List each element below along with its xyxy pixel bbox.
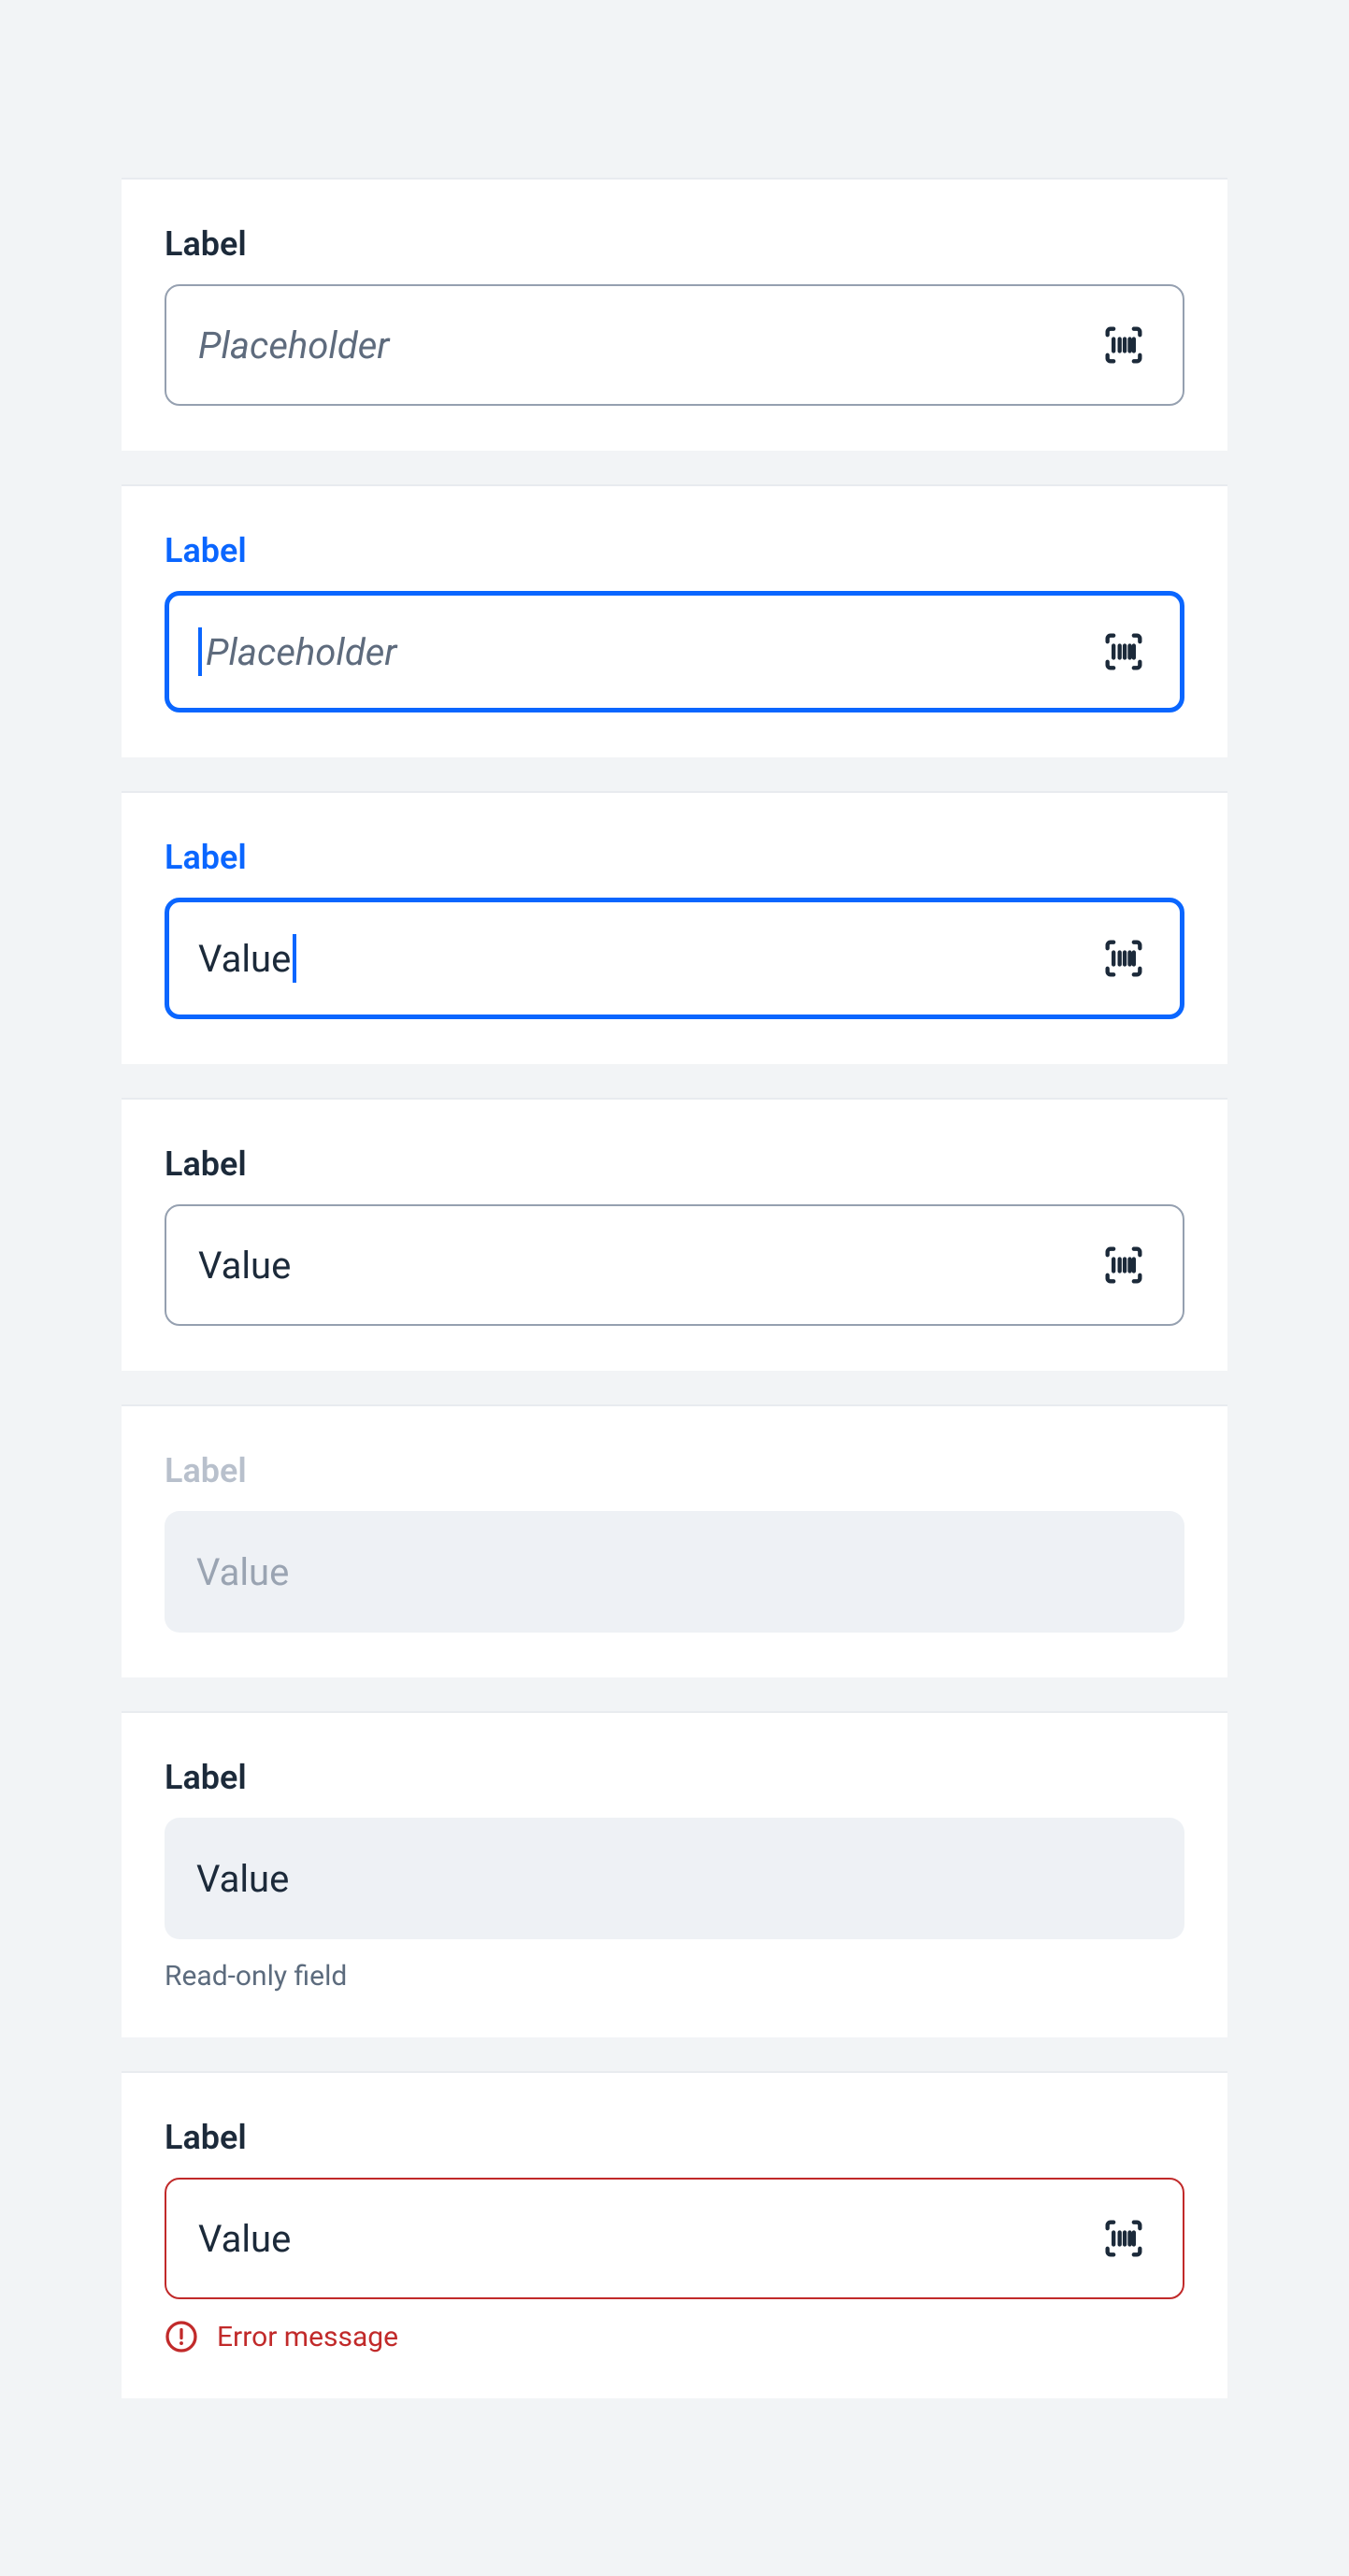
field-label: Label <box>165 2118 1184 2157</box>
text-input: Value <box>165 1511 1184 1633</box>
input-states-showcase: Label Placeholder Label Placeholder Labe… <box>0 0 1349 2576</box>
field-label: Label <box>165 1758 1184 1797</box>
input-value: Value <box>196 1550 1153 1594</box>
text-input[interactable]: Value <box>165 1204 1184 1326</box>
input-value: Value <box>198 2217 1097 2261</box>
input-value: Value <box>198 934 1097 983</box>
text-input: Value <box>165 1818 1184 1939</box>
barcode-icon[interactable] <box>1097 2211 1151 2266</box>
barcode-icon[interactable] <box>1097 931 1151 986</box>
field-error: Label Value Error message <box>122 2071 1227 2398</box>
field-readonly: Label Value Read-only field <box>122 1711 1227 2037</box>
field-label: Label <box>165 838 1184 877</box>
field-label: Label <box>165 1451 1184 1490</box>
input-placeholder: Placeholder <box>198 324 1097 367</box>
field-filled: Label Value <box>122 1098 1227 1371</box>
error-message-text: Error message <box>217 2321 398 2353</box>
input-value: Value <box>196 1857 1153 1901</box>
text-input[interactable]: Value <box>165 898 1184 1019</box>
field-focused-empty: Label Placeholder <box>122 484 1227 757</box>
helper-text: Read-only field <box>165 1960 1184 1993</box>
field-focused-filled: Label Value <box>122 791 1227 1064</box>
field-label: Label <box>165 224 1184 264</box>
text-input[interactable]: Placeholder <box>165 284 1184 406</box>
barcode-icon[interactable] <box>1097 318 1151 372</box>
error-message-row: Error message <box>165 2320 1184 2353</box>
barcode-icon[interactable] <box>1097 1238 1151 1292</box>
input-value: Value <box>198 1244 1097 1288</box>
text-caret <box>198 627 202 676</box>
field-disabled: Label Value <box>122 1404 1227 1677</box>
alert-circle-icon <box>165 2320 198 2353</box>
text-input[interactable]: Value <box>165 2178 1184 2299</box>
field-label: Label <box>165 531 1184 570</box>
input-placeholder: Placeholder <box>198 627 1097 676</box>
text-input[interactable]: Placeholder <box>165 591 1184 712</box>
barcode-icon[interactable] <box>1097 625 1151 679</box>
field-default-empty: Label Placeholder <box>122 178 1227 451</box>
field-label: Label <box>165 1144 1184 1184</box>
text-caret <box>293 934 296 983</box>
